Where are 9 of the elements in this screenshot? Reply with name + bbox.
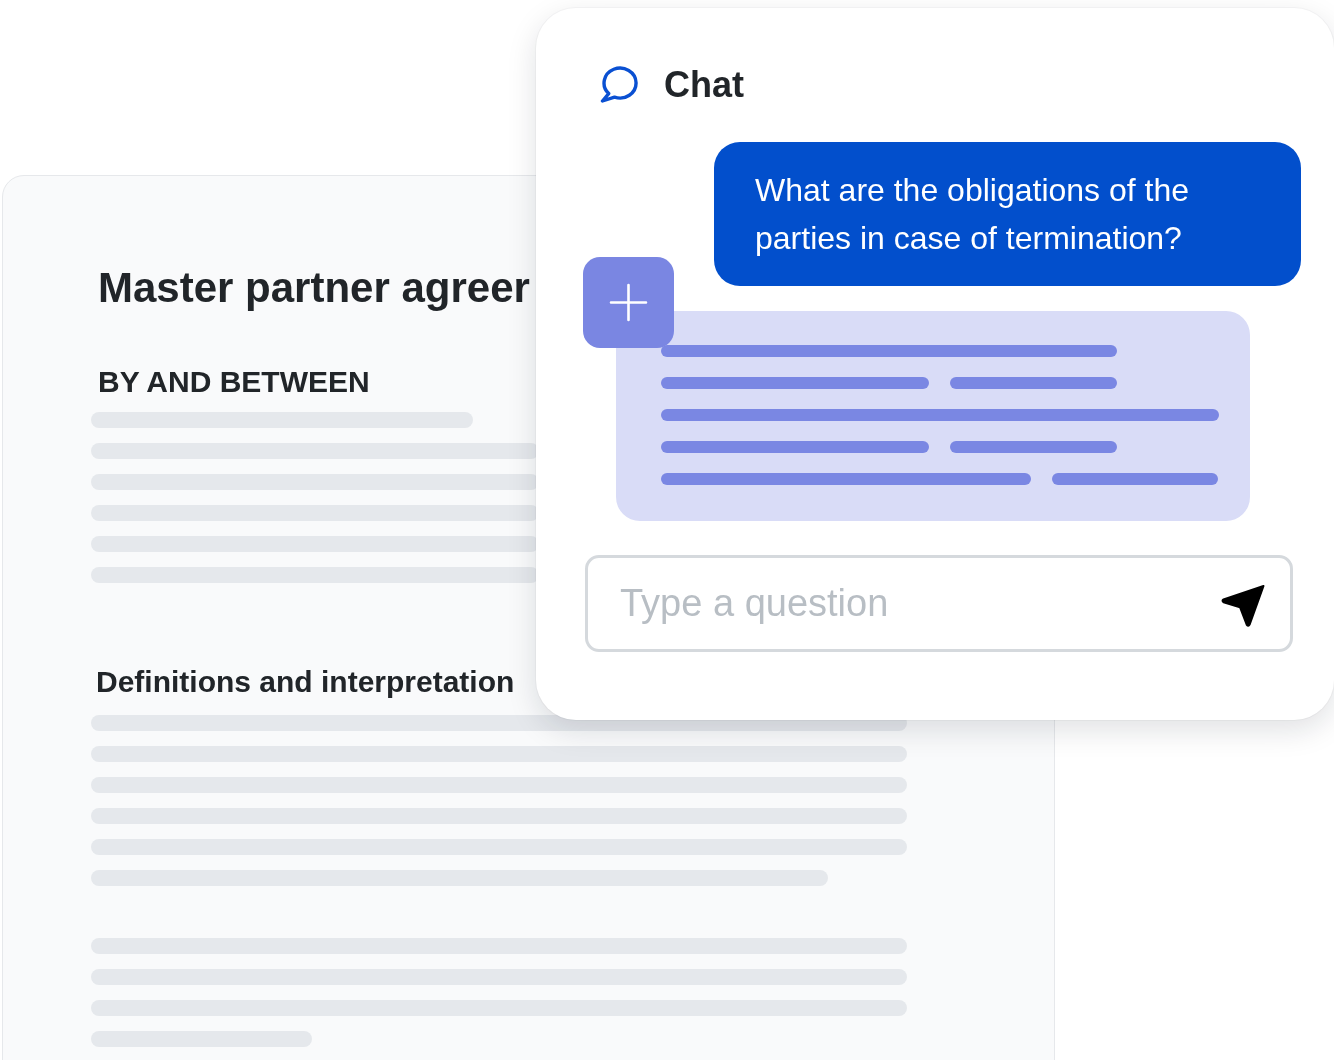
question-input[interactable]: Type a question bbox=[585, 555, 1293, 652]
send-icon[interactable] bbox=[1220, 584, 1266, 628]
section-heading: Definitions and interpretation bbox=[96, 664, 515, 700]
chat-title: Chat bbox=[664, 63, 744, 107]
document-title: Master partner agreer bbox=[98, 263, 530, 313]
question-message: What are the obligations of the parties in case of termination? bbox=[714, 142, 1301, 286]
plus-icon bbox=[583, 257, 674, 348]
section-heading: BY AND BETWEEN bbox=[98, 364, 370, 400]
speech-bubble-icon bbox=[598, 66, 638, 104]
